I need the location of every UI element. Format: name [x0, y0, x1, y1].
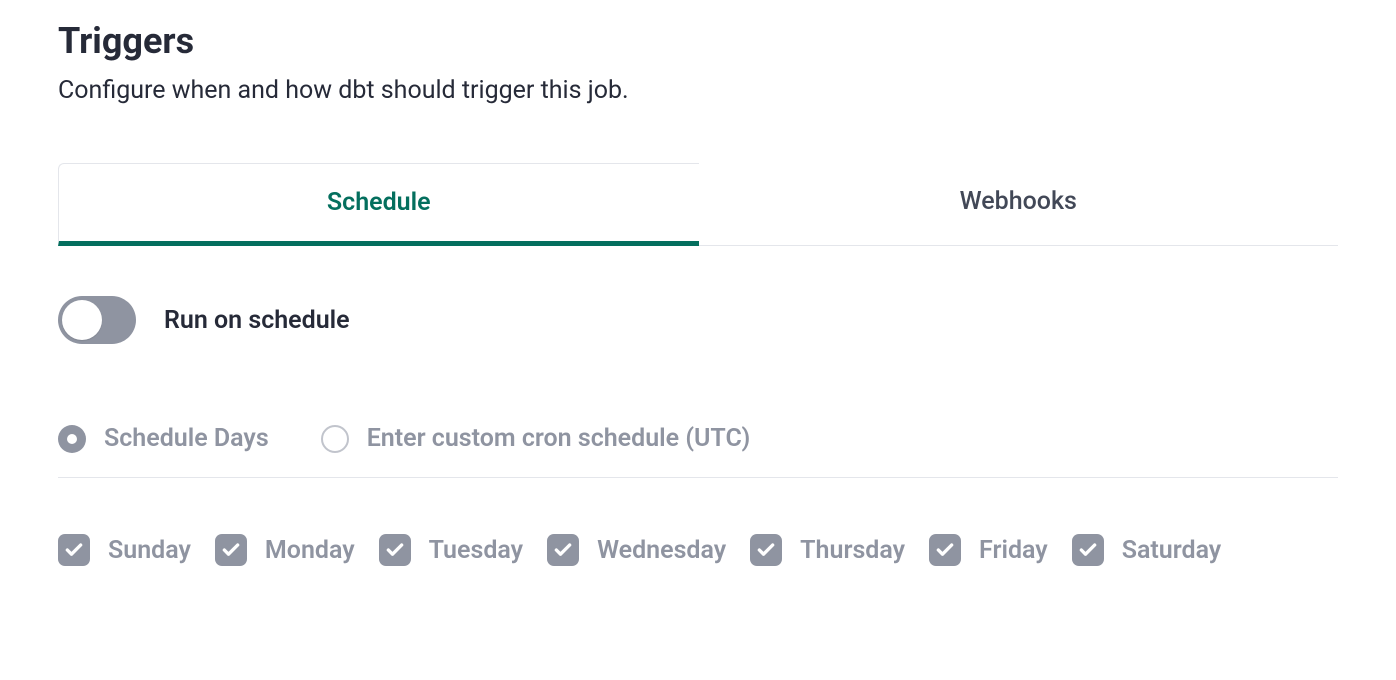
day-label: Wednesday — [597, 536, 726, 565]
schedule-days-label: Schedule Days — [104, 424, 269, 453]
checkbox-checked-icon — [929, 534, 961, 566]
checkbox-checked-icon — [58, 534, 90, 566]
checkbox-checked-icon — [1072, 534, 1104, 566]
day-label: Thursday — [800, 536, 905, 565]
schedule-mode-row: Schedule Days Enter custom cron schedule… — [58, 424, 1338, 478]
checkbox-checked-icon — [379, 534, 411, 566]
radio-unselected-icon — [321, 425, 349, 453]
day-saturday[interactable]: Saturday — [1072, 534, 1222, 566]
day-tuesday[interactable]: Tuesday — [379, 534, 523, 566]
custom-cron-radio[interactable]: Enter custom cron schedule (UTC) — [321, 424, 751, 453]
day-label: Tuesday — [429, 536, 523, 565]
page-subtitle: Configure when and how dbt should trigge… — [58, 76, 1338, 105]
day-label: Monday — [265, 536, 355, 565]
run-on-schedule-toggle[interactable] — [58, 296, 136, 344]
day-sunday[interactable]: Sunday — [58, 534, 191, 566]
custom-cron-label: Enter custom cron schedule (UTC) — [367, 424, 751, 453]
checkbox-checked-icon — [547, 534, 579, 566]
day-label: Saturday — [1122, 536, 1222, 565]
day-label: Sunday — [108, 536, 191, 565]
tab-schedule[interactable]: Schedule — [58, 163, 699, 246]
page-title: Triggers — [58, 20, 1338, 62]
checkbox-checked-icon — [215, 534, 247, 566]
radio-selected-icon — [58, 425, 86, 453]
toggle-knob — [62, 300, 102, 340]
day-friday[interactable]: Friday — [929, 534, 1048, 566]
checkbox-checked-icon — [750, 534, 782, 566]
run-on-schedule-label: Run on schedule — [164, 306, 350, 335]
day-monday[interactable]: Monday — [215, 534, 355, 566]
day-label: Friday — [979, 536, 1048, 565]
schedule-days-radio[interactable]: Schedule Days — [58, 424, 269, 453]
day-wednesday[interactable]: Wednesday — [547, 534, 726, 566]
tab-webhooks[interactable]: Webhooks — [699, 163, 1339, 246]
run-on-schedule-row: Run on schedule — [58, 296, 1338, 344]
tabs: Schedule Webhooks — [58, 163, 1338, 246]
day-thursday[interactable]: Thursday — [750, 534, 905, 566]
days-row: Sunday Monday Tuesday Wednesday Thursday… — [58, 534, 1338, 566]
